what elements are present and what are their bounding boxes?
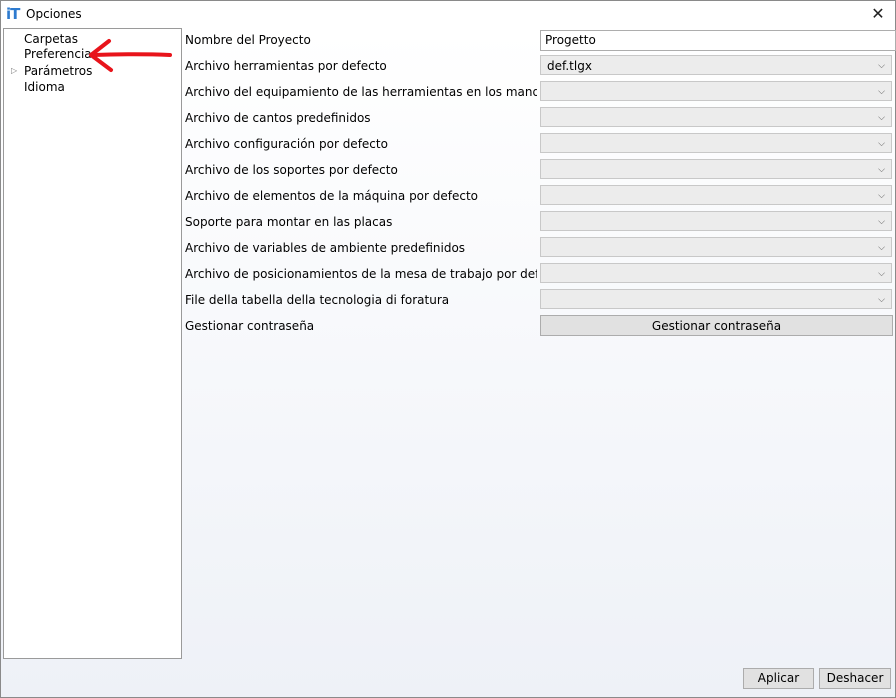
chevron-down-icon: ⌵ xyxy=(878,243,885,253)
password-label: Gestionar contraseña xyxy=(185,319,315,333)
row-env-variables-file: Archivo de variables de ambiente predefi… xyxy=(185,236,895,260)
config-file-label: Archivo configuración por defecto xyxy=(185,137,388,151)
drilling-table-file-select[interactable]: ⌵ xyxy=(540,289,892,309)
tool-equipment-file-label: Archivo del equipamiento de las herramie… xyxy=(185,85,537,99)
project-name-label: Nombre del Proyecto xyxy=(185,33,311,47)
tools-file-select[interactable]: def.tlgx ⌵ xyxy=(540,55,892,75)
machine-elements-file-label: Archivo de elementos de la máquina por d… xyxy=(185,189,479,203)
tree-item-carpetas[interactable]: Carpetas xyxy=(24,32,78,46)
row-edges-file: Archivo de cantos predefinidos ⌵ xyxy=(185,106,895,130)
env-variables-file-label: Archivo de variables de ambiente predefi… xyxy=(185,241,466,255)
chevron-down-icon: ⌵ xyxy=(878,113,885,123)
chevron-down-icon: ⌵ xyxy=(878,87,885,97)
undo-button[interactable]: Deshacer xyxy=(819,668,891,689)
chevron-down-icon: ⌵ xyxy=(878,61,885,71)
panel-support-select[interactable]: ⌵ xyxy=(540,211,892,231)
tree-item-idioma[interactable]: Idioma xyxy=(24,80,65,94)
row-panel-support: Soporte para montar en las placas ⌵ xyxy=(185,210,895,234)
drilling-table-file-label: File della tabella della tecnologia di f… xyxy=(185,293,450,307)
tree-item-parametros[interactable]: Parámetros xyxy=(24,64,92,78)
machine-elements-file-select[interactable]: ⌵ xyxy=(540,185,892,205)
config-file-select[interactable]: ⌵ xyxy=(540,133,892,153)
chevron-down-icon: ⌵ xyxy=(878,191,885,201)
row-password: Gestionar contraseña Gestionar contraseñ… xyxy=(185,314,895,338)
red-arrow-annotation xyxy=(89,39,172,72)
edges-file-label: Archivo de cantos predefinidos xyxy=(185,111,371,125)
row-drilling-table-file: File della tabella della tecnologia di f… xyxy=(185,288,895,312)
project-name-input[interactable]: Progetto xyxy=(540,30,896,51)
app-logo-icon: iT xyxy=(6,5,20,23)
table-positioning-file-label: Archivo de posicionamientos de la mesa d… xyxy=(185,267,537,281)
row-table-positioning-file: Archivo de posicionamientos de la mesa d… xyxy=(185,262,895,286)
chevron-down-icon: ⌵ xyxy=(878,139,885,149)
row-tools-file: Archivo herramientas por defecto def.tlg… xyxy=(185,54,895,78)
tools-file-value: def.tlgx xyxy=(547,59,592,73)
expand-arrow-icon[interactable]: ▷ xyxy=(11,66,17,75)
close-button[interactable]: ✕ xyxy=(861,1,895,27)
row-supports-file: Archivo de los soportes por defecto ⌵ xyxy=(185,158,895,182)
row-project-name: Nombre del Proyecto Progetto xyxy=(185,28,896,52)
chevron-down-icon: ⌵ xyxy=(878,217,885,227)
tools-file-label: Archivo herramientas por defecto xyxy=(185,59,387,73)
chevron-down-icon: ⌵ xyxy=(878,269,885,279)
title-bar: iT Opciones ✕ xyxy=(1,1,895,27)
options-tree: Carpetas Preferencias ▷ Parámetros Idiom… xyxy=(3,28,182,659)
window-title: Opciones xyxy=(26,7,82,21)
row-machine-elements-file: Archivo de elementos de la máquina por d… xyxy=(185,184,895,208)
apply-button[interactable]: Aplicar xyxy=(743,668,814,689)
table-positioning-file-select[interactable]: ⌵ xyxy=(540,263,892,283)
chevron-down-icon: ⌵ xyxy=(878,295,885,305)
row-tool-equipment-file: Archivo del equipamiento de las herramie… xyxy=(185,80,895,104)
manage-password-button[interactable]: Gestionar contraseña xyxy=(540,315,893,336)
env-variables-file-select[interactable]: ⌵ xyxy=(540,237,892,257)
supports-file-label: Archivo de los soportes por defecto xyxy=(185,163,398,177)
supports-file-select[interactable]: ⌵ xyxy=(540,159,892,179)
panel-support-label: Soporte para montar en las placas xyxy=(185,215,393,229)
edges-file-select[interactable]: ⌵ xyxy=(540,107,892,127)
row-config-file: Archivo configuración por defecto ⌵ xyxy=(185,132,895,156)
chevron-down-icon: ⌵ xyxy=(878,165,885,175)
options-window: iT Opciones ✕ Carpetas Preferencias ▷ Pa… xyxy=(0,0,896,698)
tool-equipment-file-select[interactable]: ⌵ xyxy=(540,81,892,101)
